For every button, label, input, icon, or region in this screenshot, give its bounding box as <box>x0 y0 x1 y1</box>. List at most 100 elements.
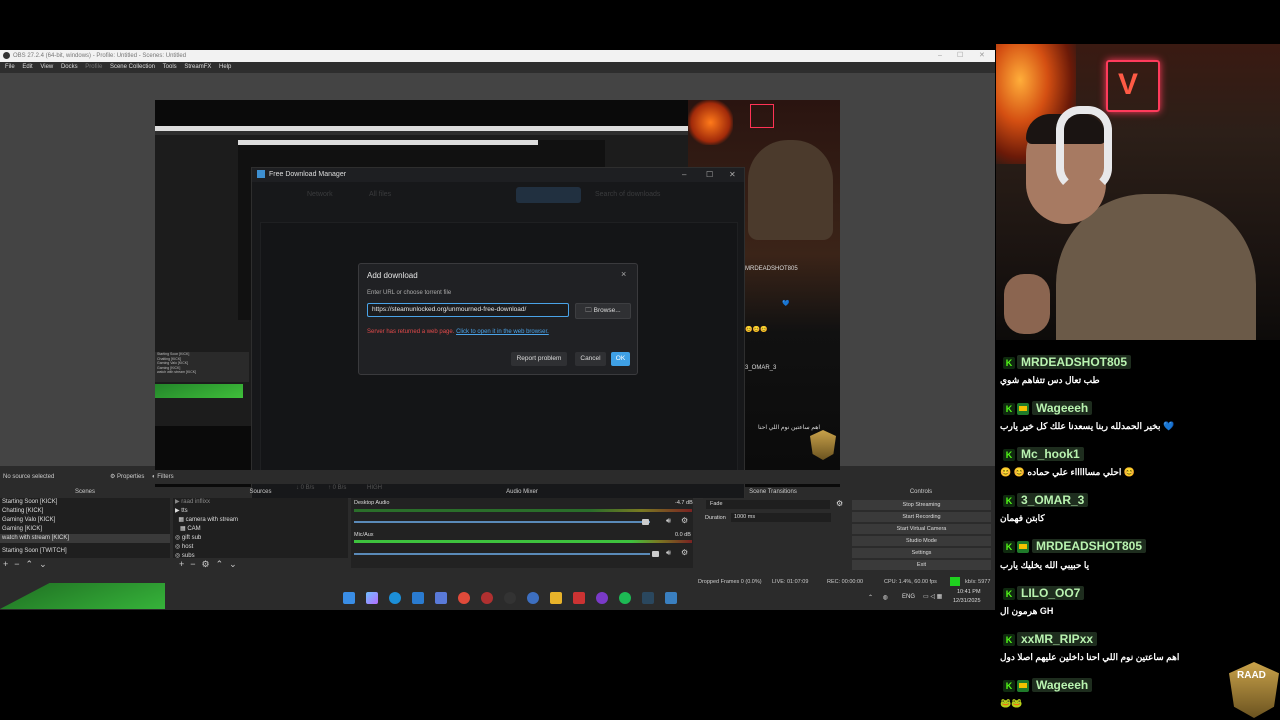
tray-icons[interactable]: ⌃ ◍ <box>868 594 892 601</box>
scene-item[interactable]: Starting Soon [KICK] <box>0 498 170 507</box>
fdm-add-button[interactable] <box>516 187 581 203</box>
fdm-all-files-filter[interactable]: All files <box>369 191 391 198</box>
streamer-image <box>748 140 833 240</box>
chat-message: 🐸🐸 <box>1000 698 1023 708</box>
menu-edit[interactable]: Edit <box>22 64 32 70</box>
duration-input[interactable]: 1000 ms <box>731 513 831 522</box>
menu-docks[interactable]: Docks <box>61 64 78 70</box>
raad-logo: RAAD <box>1229 662 1279 718</box>
report-problem-button[interactable]: Report problem <box>511 352 567 366</box>
down-icon: ⌄ <box>229 559 243 569</box>
preview-chat-name-2: 3_OMAR_3 <box>745 365 777 371</box>
source-item[interactable]: ▶ raad inflixx <box>173 498 348 507</box>
url-input[interactable] <box>367 303 569 317</box>
app-icon[interactable] <box>527 592 539 604</box>
source-item[interactable]: ◎ gift sub <box>173 534 348 543</box>
preview-chat-heart: 💙 <box>782 301 790 307</box>
menu-view[interactable]: View <box>40 64 53 70</box>
start-recording-button[interactable]: Start Recording <box>852 512 991 522</box>
sources-list: ▶ raad inflixx ▶ tts ▦ camera with strea… <box>173 498 348 559</box>
fdm-maximize-icon[interactable]: ☐ <box>706 168 713 182</box>
gear-icon[interactable]: ⚙ <box>681 548 688 557</box>
source-item[interactable]: ▶ tts <box>173 507 348 516</box>
transition-select[interactable]: Fade <box>706 500 830 509</box>
transitions-header: Scene Transitions <box>749 489 797 495</box>
desktop-audio-label: Desktop Audio <box>354 500 390 506</box>
close-icon[interactable]: ✕ <box>979 50 985 62</box>
fdm-search-input[interactable]: Search of downloads <box>595 191 660 198</box>
browse-button[interactable]: 🗀 Browse... <box>575 303 631 319</box>
maximize-icon[interactable]: ☐ <box>957 50 963 62</box>
speaker-icon[interactable]: 🔊︎ <box>666 548 671 558</box>
fdm-minimize-icon[interactable]: – <box>682 168 686 182</box>
windows-taskbar: ⌃ ◍ ENG ▭ ◁ ▦ 10:41 PM 12/31/2025 <box>330 588 995 608</box>
source-item[interactable]: ▦ camera with stream <box>173 516 348 525</box>
open-in-browser-link[interactable]: Click to open it in the web browser. <box>456 329 549 335</box>
mic-aux-label: Mic/Aux <box>354 532 374 538</box>
cancel-button[interactable]: Cancel <box>575 352 606 366</box>
scene-item[interactable]: Gaming [KICK] <box>0 525 170 534</box>
source-item[interactable]: ◎ host <box>173 543 348 552</box>
minimize-icon[interactable]: – <box>938 50 942 62</box>
stop-streaming-button[interactable]: Stop Streaming <box>852 500 991 510</box>
steam-icon[interactable] <box>642 592 654 604</box>
exit-button[interactable]: Exit <box>852 560 991 570</box>
explorer-icon[interactable] <box>550 592 562 604</box>
desktop-volume-slider[interactable] <box>354 521 650 523</box>
scene-item[interactable]: Starting Soon [TWITCH] <box>0 547 170 556</box>
gear-icon[interactable]: ⚙ <box>836 499 843 508</box>
settings-button[interactable]: Settings <box>852 548 991 558</box>
fdm-network-filter[interactable]: Network <box>307 191 333 198</box>
clock-time[interactable]: 10:41 PM <box>957 589 981 595</box>
properties-button[interactable]: ⚙ Properties <box>110 470 144 484</box>
ok-button[interactable]: OK <box>611 352 630 366</box>
gear-icon[interactable]: ⚙ <box>681 516 688 525</box>
menu-file[interactable]: File <box>5 64 15 70</box>
menu-help[interactable]: Help <box>219 64 231 70</box>
edge-icon[interactable] <box>389 592 401 604</box>
preview-chat-emojis: 😊😊😊 <box>745 327 768 333</box>
app-icon[interactable] <box>665 592 677 604</box>
copilot-icon[interactable] <box>366 592 378 604</box>
language-indicator[interactable]: ENG <box>902 594 915 600</box>
chrome-icon[interactable] <box>458 592 470 604</box>
scene-item-selected[interactable]: watch with stream [KICK] <box>0 534 170 543</box>
spotify-icon[interactable] <box>619 592 631 604</box>
desktop-audio-meter <box>354 509 692 512</box>
controls-header: Controls <box>909 489 933 495</box>
speaker-icon[interactable]: 🔊︎ <box>666 516 671 526</box>
mic-volume-knob[interactable] <box>652 551 659 557</box>
filters-button[interactable]: ◐ Filters <box>152 470 174 484</box>
dialog-close-icon[interactable]: × <box>621 269 626 279</box>
mic-volume-slider[interactable] <box>354 553 650 555</box>
kick-icon: K <box>1003 540 1015 553</box>
menu-tools[interactable]: Tools <box>163 64 177 70</box>
network-sound-icons[interactable]: ▭ ◁ ▦ <box>923 593 942 600</box>
app-icon[interactable] <box>573 592 585 604</box>
remove-icon: − <box>190 559 202 569</box>
app-icon[interactable] <box>504 592 516 604</box>
app-icon[interactable] <box>481 592 493 604</box>
scene-item[interactable]: Gaming Valo [KICK] <box>0 516 170 525</box>
rec-timer: REC: 00:00:00 <box>827 579 864 585</box>
discord-icon[interactable] <box>596 592 608 604</box>
source-controls[interactable]: +−⚙⌃⌄ <box>179 559 243 570</box>
chat-message: هرمون ال GH <box>1000 606 1054 616</box>
start-virtual-camera-button[interactable]: Start Virtual Camera <box>852 524 991 534</box>
app-icon[interactable] <box>435 592 447 604</box>
gear-icon: ⚙ <box>201 559 216 569</box>
store-icon[interactable] <box>412 592 424 604</box>
menu-scene-collection[interactable]: Scene Collection <box>110 64 155 70</box>
source-item[interactable]: ▦ CAM <box>173 525 348 534</box>
windows-start-icon[interactable] <box>343 592 355 604</box>
studio-mode-button[interactable]: Studio Mode <box>852 536 991 546</box>
desktop-volume-knob[interactable] <box>642 519 649 525</box>
menu-profile[interactable]: Profile <box>85 64 102 70</box>
scene-item[interactable]: Chatting [KICK] <box>0 507 170 516</box>
chat-message: 😊 😊 احلي مساااااء علي حماده 😊 <box>1000 467 1136 477</box>
chat-message: بخير الحمدلله ربنا يسعدنا علك كل خير يار… <box>1000 421 1175 431</box>
scene-controls[interactable]: +−⌃⌄ <box>3 559 53 570</box>
clock-date[interactable]: 12/31/2025 <box>953 598 981 604</box>
fdm-close-icon[interactable]: ✕ <box>729 168 736 182</box>
menu-streamfx[interactable]: StreamFX <box>184 64 211 70</box>
